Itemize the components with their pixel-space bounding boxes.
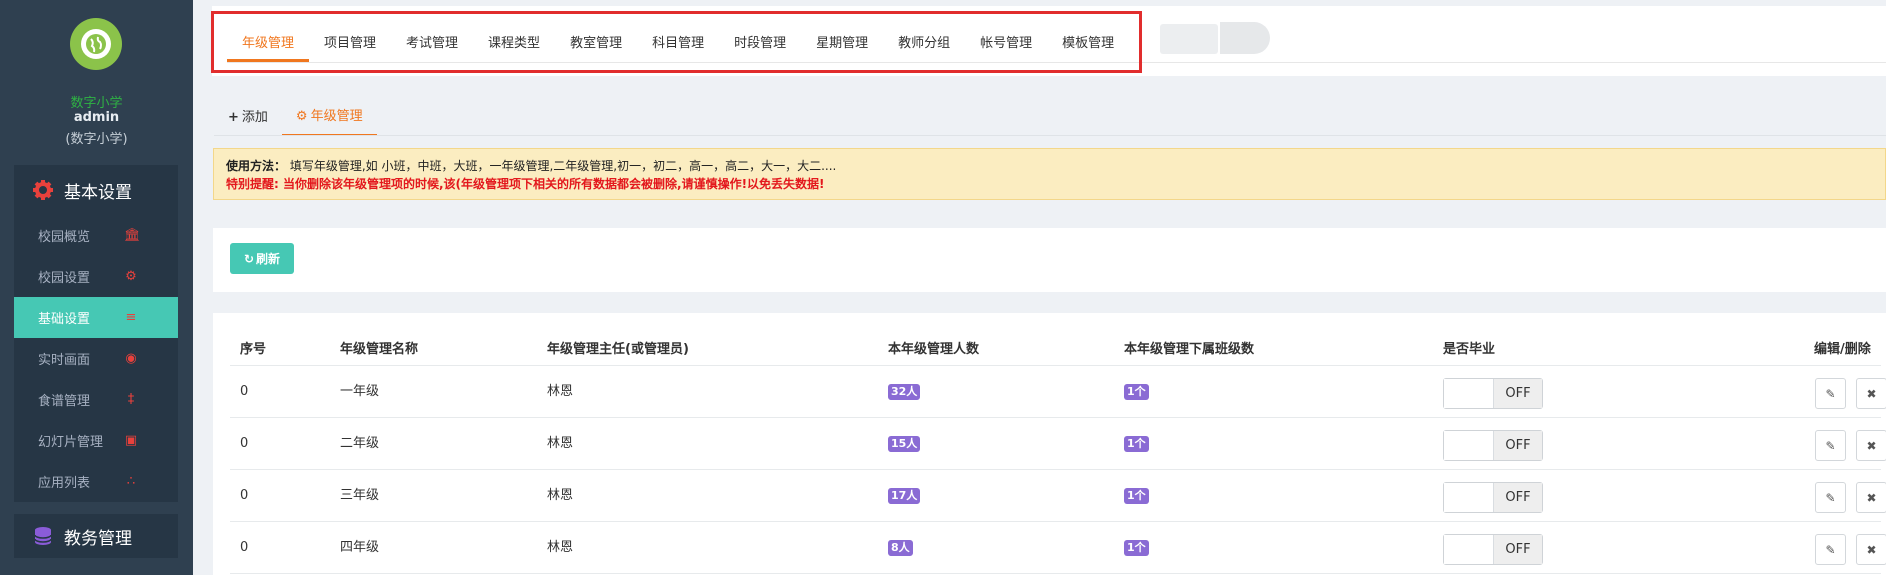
username: admin bbox=[73, 110, 120, 125]
menu-group-academic-header[interactable]: 教务管理 bbox=[14, 514, 178, 558]
sidebar: 数字小学 admin (数字小学) 基本设置 校园概览 🏛 校园设置 ⚙ 基础设… bbox=[0, 0, 193, 575]
cell-no: 0 bbox=[240, 488, 249, 503]
menu-group-academic[interactable]: 教务管理 bbox=[14, 514, 178, 558]
edit-button[interactable]: ✎ bbox=[1815, 534, 1846, 565]
highlight-box bbox=[211, 11, 1142, 73]
sub-tabs: + 添加 ⚙ 年级管理 bbox=[214, 100, 377, 136]
col-header-graduated: 是否毕业 bbox=[1443, 342, 1496, 357]
delete-button[interactable]: ✖ bbox=[1856, 430, 1886, 461]
school-subtitle: (数字小学) bbox=[65, 132, 128, 147]
edit-button[interactable]: ✎ bbox=[1815, 482, 1846, 513]
grade-table: 序号 年级管理名称 年级管理主任(或管理员) 本年级管理人数 本年级管理下属班级… bbox=[213, 313, 1886, 575]
sidebar-item-campus-overview[interactable]: 校园概览 🏛 bbox=[14, 215, 178, 256]
count-badge: 32人 bbox=[888, 383, 921, 400]
school-logo-icon bbox=[70, 18, 122, 70]
usage-line: 使用方法： 填写年级管理,如 小班，中班，大班，一年级管理,二年级管理,初一，初… bbox=[226, 159, 837, 173]
classes-badge: 1个 bbox=[1124, 487, 1149, 504]
delete-button[interactable]: ✖ bbox=[1856, 534, 1886, 565]
col-header-count: 本年级管理人数 bbox=[888, 342, 980, 357]
edit-button[interactable]: ✎ bbox=[1815, 430, 1846, 461]
table-row: 0 四年级 林恩 8人 1个 OFF ✎ ✖ bbox=[230, 522, 1886, 574]
toolbar-panel: ↻ 刷新 bbox=[213, 228, 1886, 292]
refresh-button[interactable]: ↻ 刷新 bbox=[230, 243, 294, 274]
sidebar-item-recipes[interactable]: 食谱管理 ‡ bbox=[14, 379, 178, 420]
cell-name: 三年级 bbox=[340, 488, 380, 503]
menu-group-basic: 基本设置 校园概览 🏛 校园设置 ⚙ 基础设置 ≡ 实时画面 ◉ 食谱管理 ‡ … bbox=[14, 165, 178, 502]
delete-button[interactable]: ✖ bbox=[1856, 378, 1886, 409]
refresh-icon: ↻ bbox=[243, 251, 255, 266]
sub-tabs-divider bbox=[214, 135, 1886, 136]
close-icon: ✖ bbox=[1866, 438, 1877, 453]
col-header-classes: 本年级管理下属班级数 bbox=[1124, 342, 1255, 357]
warning-line: 特别提醒: 当你删除该年级管理项的时候,该(年级管理项下相关的所有数据都会被删除… bbox=[226, 177, 825, 191]
col-header-name: 年级管理名称 bbox=[340, 342, 419, 357]
cell-name: 二年级 bbox=[340, 436, 380, 451]
close-icon: ✖ bbox=[1866, 490, 1877, 505]
picture-icon: ▣ bbox=[124, 433, 138, 448]
sidebar-item-live-view[interactable]: 实时画面 ◉ bbox=[14, 338, 178, 379]
usage-notice: 使用方法： 填写年级管理,如 小班，中班，大班，一年级管理,二年级管理,初一，初… bbox=[213, 148, 1886, 200]
count-badge: 15人 bbox=[888, 435, 921, 452]
eye-icon: ◉ bbox=[125, 351, 137, 366]
tab-add[interactable]: + 添加 bbox=[214, 100, 282, 136]
sidebar-item-apps[interactable]: 应用列表 ∴ bbox=[14, 461, 178, 502]
classes-badge: 1个 bbox=[1124, 539, 1149, 556]
table-row: 0 三年级 林恩 17人 1个 OFF ✎ ✖ bbox=[230, 470, 1886, 522]
col-header-head: 年级管理主任(或管理员) bbox=[547, 342, 689, 357]
graduated-toggle[interactable]: OFF bbox=[1443, 430, 1543, 461]
close-icon: ✖ bbox=[1866, 386, 1877, 401]
blurred-region bbox=[1160, 24, 1218, 54]
close-icon: ✖ bbox=[1866, 542, 1877, 557]
sidebar-item-slides[interactable]: 幻灯片管理 ▣ bbox=[14, 420, 178, 461]
cell-head: 林恩 bbox=[547, 436, 574, 451]
pencil-icon: ✎ bbox=[1825, 438, 1836, 453]
menu-group-academic-title: 教务管理 bbox=[64, 528, 132, 549]
tab-grade-list[interactable]: ⚙ 年级管理 bbox=[281, 100, 377, 136]
col-header-no: 序号 bbox=[240, 342, 267, 357]
pencil-icon: ✎ bbox=[1825, 386, 1836, 401]
sidebar-item-campus-settings[interactable]: 校园设置 ⚙ bbox=[14, 256, 178, 297]
cell-head: 林恩 bbox=[547, 384, 574, 399]
delete-button[interactable]: ✖ bbox=[1856, 482, 1886, 513]
graduated-toggle[interactable]: OFF bbox=[1443, 534, 1543, 565]
classes-badge: 1个 bbox=[1124, 383, 1149, 400]
cell-no: 0 bbox=[240, 384, 249, 399]
plus-icon: + bbox=[228, 110, 239, 125]
gear-icon: ⚙ bbox=[295, 109, 308, 124]
cell-name: 一年级 bbox=[340, 384, 380, 399]
school-name: 数字小学 bbox=[70, 96, 123, 111]
list-icon: ≡ bbox=[125, 310, 137, 325]
sidebar-item-basic-settings[interactable]: 基础设置 ≡ bbox=[14, 297, 178, 338]
count-badge: 8人 bbox=[888, 539, 913, 556]
gear-icon: ⚙ bbox=[125, 269, 137, 284]
table-row: 0 二年级 林恩 15人 1个 OFF ✎ ✖ bbox=[230, 418, 1886, 470]
cell-name: 四年级 bbox=[340, 540, 380, 555]
cutlery-icon: ‡ bbox=[127, 392, 135, 407]
blurred-region bbox=[1220, 22, 1270, 54]
gear-icon bbox=[32, 179, 54, 201]
cell-head: 林恩 bbox=[547, 540, 574, 555]
cubes-icon: ∴ bbox=[126, 474, 136, 489]
col-header-actions: 编辑/删除 bbox=[1814, 342, 1871, 357]
database-icon bbox=[32, 525, 54, 547]
pencil-icon: ✎ bbox=[1825, 542, 1836, 557]
menu-group-basic-title: 基本设置 bbox=[64, 182, 132, 203]
classes-badge: 1个 bbox=[1124, 435, 1149, 452]
bank-icon: 🏛 bbox=[124, 228, 141, 243]
menu-group-basic-header[interactable]: 基本设置 bbox=[14, 165, 178, 215]
edit-button[interactable]: ✎ bbox=[1815, 378, 1846, 409]
graduated-toggle[interactable]: OFF bbox=[1443, 378, 1543, 409]
count-badge: 17人 bbox=[888, 487, 921, 504]
cell-head: 林恩 bbox=[547, 488, 574, 503]
cell-no: 0 bbox=[240, 436, 249, 451]
pencil-icon: ✎ bbox=[1825, 490, 1836, 505]
graduated-toggle[interactable]: OFF bbox=[1443, 482, 1543, 513]
cell-no: 0 bbox=[240, 540, 249, 555]
table-row: 0 一年级 林恩 32人 1个 OFF ✎ ✖ bbox=[230, 366, 1886, 418]
